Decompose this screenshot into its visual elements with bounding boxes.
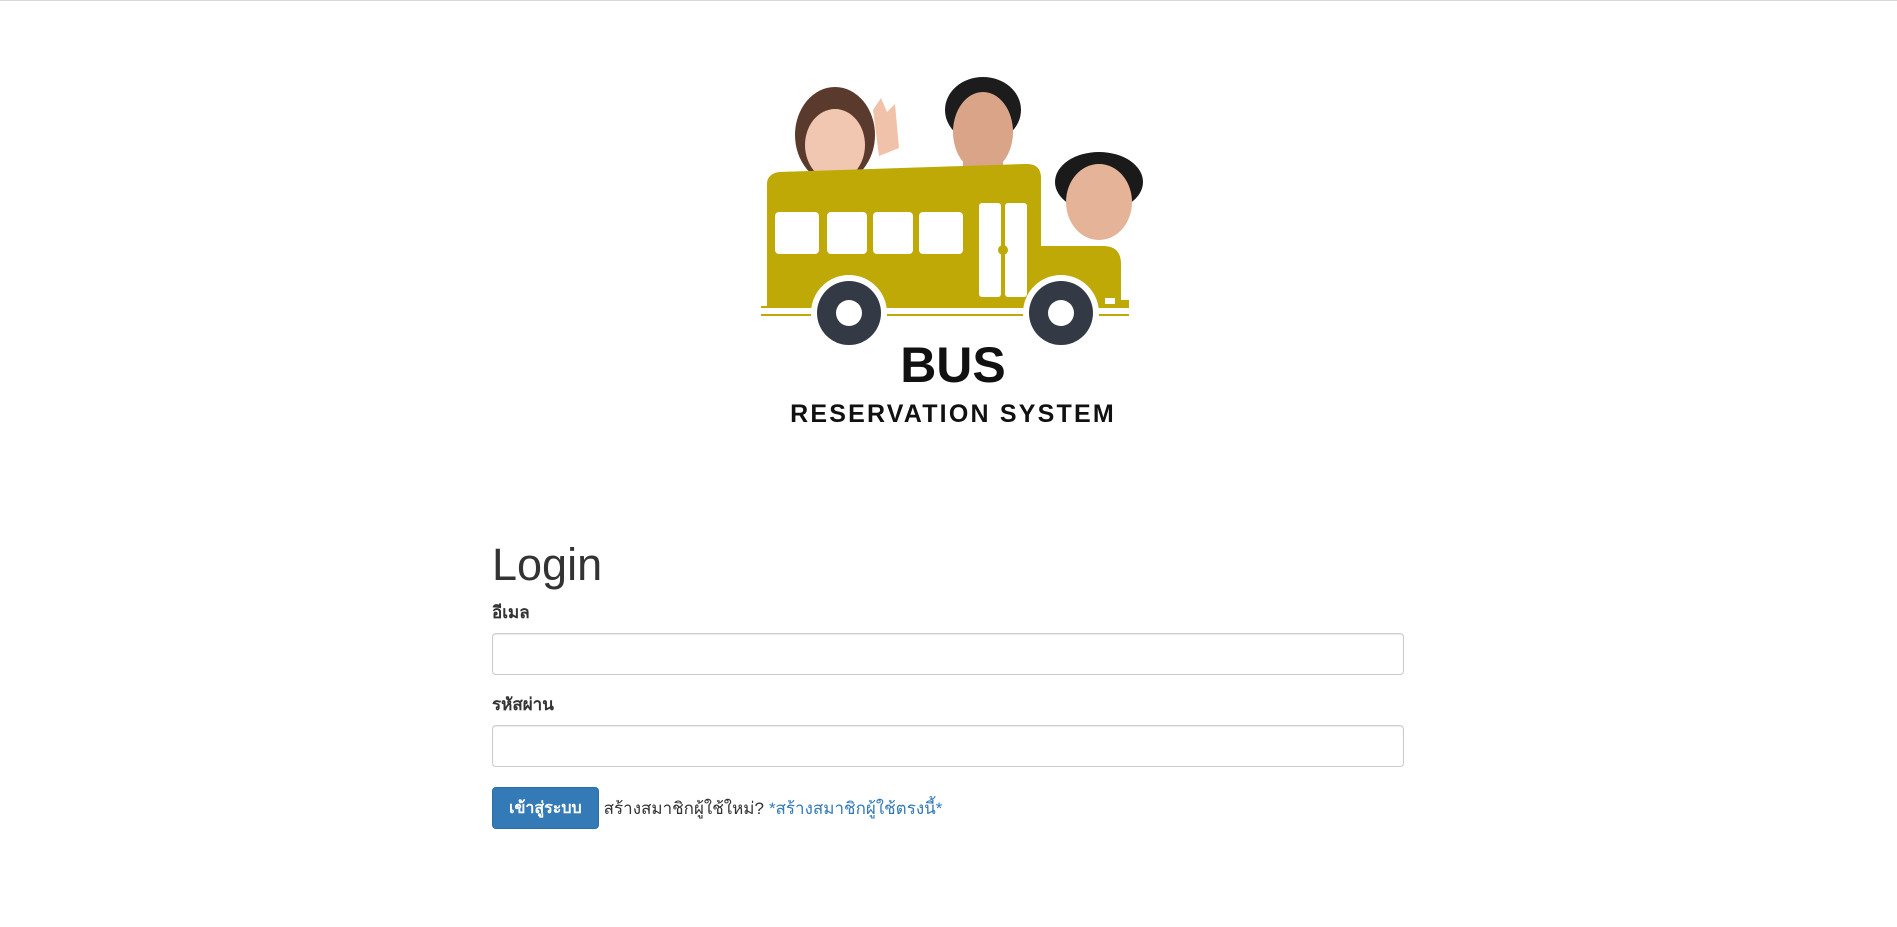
bus-reservation-logo: BUS RESERVATION SYSTEM xyxy=(761,77,1143,428)
login-button[interactable]: เข้าสู่ระบบ xyxy=(492,787,599,829)
password-input[interactable] xyxy=(492,725,1404,767)
password-label: รหัสผ่าน xyxy=(492,695,554,714)
email-group: อีเมล xyxy=(492,601,1404,675)
form-actions: เข้าสู่ระบบ สร้างสมาชิกผู้ใช้ใหม่? *สร้า… xyxy=(492,787,1404,829)
password-group: รหัสผ่าน xyxy=(492,693,1404,767)
email-input[interactable] xyxy=(492,633,1404,675)
register-prompt: สร้างสมาชิกผู้ใช้ใหม่? xyxy=(603,798,764,818)
email-label: อีเมล xyxy=(492,603,530,622)
logo-subtitle: RESERVATION SYSTEM xyxy=(790,400,1116,428)
logo-title: BUS xyxy=(900,337,1006,393)
top-divider xyxy=(0,0,1897,1)
page-title: Login xyxy=(492,539,603,590)
login-form: Login อีเมล รหัสผ่าน เข้าสู่ระบบ สร้างสม… xyxy=(492,535,1404,829)
register-link[interactable]: *สร้างสมาชิกผู้ใช้ตรงนี้* xyxy=(769,795,942,822)
